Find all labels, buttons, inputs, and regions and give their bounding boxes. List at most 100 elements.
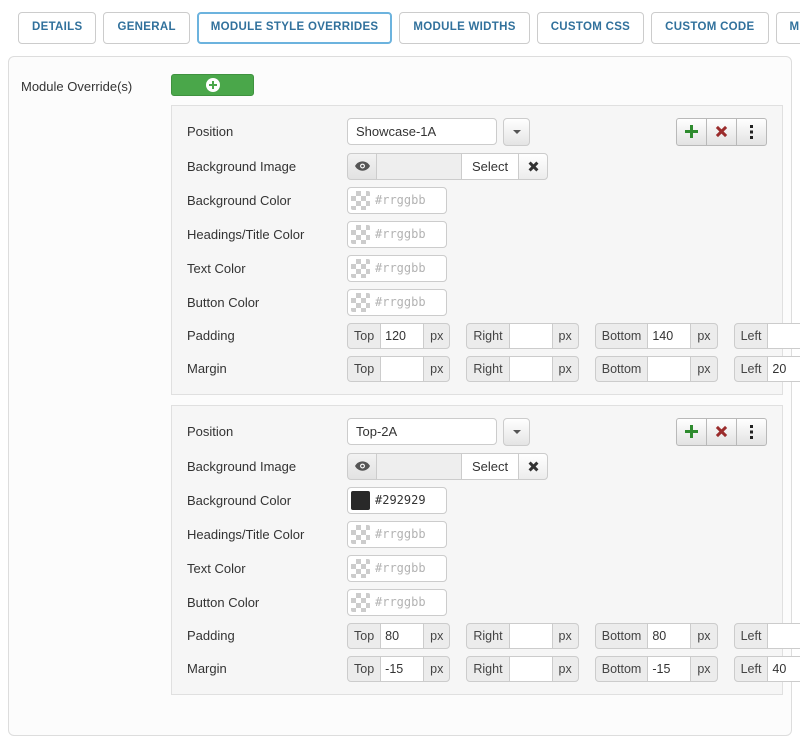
override-1-menu-button[interactable] <box>736 118 767 146</box>
px-addon: px <box>552 656 579 682</box>
padding-top-input[interactable] <box>381 323 423 349</box>
override-2-menu-button[interactable] <box>736 418 767 446</box>
override-1-add-button[interactable] <box>676 118 707 146</box>
button-color-field[interactable] <box>347 589 447 616</box>
margin-left-input[interactable] <box>768 656 800 682</box>
select-image-button[interactable]: Select <box>461 153 519 180</box>
background-color-field[interactable] <box>347 487 447 514</box>
x-icon <box>712 122 730 140</box>
text-color-input[interactable] <box>370 561 440 575</box>
margin-top-input[interactable] <box>381 356 423 382</box>
position-dropdown-toggle[interactable] <box>503 418 530 446</box>
module-overrides-controls: Position Background Image <box>171 74 783 705</box>
override-1-remove-button[interactable] <box>706 118 737 146</box>
clear-image-button[interactable] <box>518 453 548 480</box>
button-color-input[interactable] <box>370 295 440 309</box>
background-color-input[interactable] <box>370 493 440 507</box>
headings-color-field[interactable] <box>347 221 447 248</box>
padding-right-group: Right px <box>466 623 578 649</box>
padding-right-input[interactable] <box>510 623 552 649</box>
tab-details[interactable]: DETAILS <box>18 12 96 44</box>
background-color-input[interactable] <box>370 193 440 207</box>
tab-custom-code[interactable]: CUSTOM CODE <box>651 12 768 44</box>
background-color-label: Background Color <box>187 193 347 208</box>
background-image-field[interactable] <box>376 453 462 480</box>
bottom-addon: Bottom <box>595 623 649 649</box>
margin-left-input[interactable] <box>768 356 800 382</box>
button-color-label: Button Color <box>187 595 347 610</box>
text-color-label: Text Color <box>187 561 347 576</box>
color-swatch <box>351 225 370 244</box>
color-swatch <box>351 525 370 544</box>
preview-eye-button[interactable] <box>347 153 377 180</box>
margin-bottom-group: Bottom px <box>595 656 718 682</box>
padding-left-input[interactable] <box>768 323 800 349</box>
right-addon: Right <box>466 323 509 349</box>
top-addon: Top <box>347 623 381 649</box>
background-image-field[interactable] <box>376 153 462 180</box>
override-2-remove-button[interactable] <box>706 418 737 446</box>
text-color-input[interactable] <box>370 261 440 275</box>
background-image-group: Select <box>347 453 548 480</box>
margin-left-group: Left px <box>734 356 800 382</box>
preview-eye-button[interactable] <box>347 453 377 480</box>
override-1-actions <box>676 118 767 146</box>
headings-color-label: Headings/Title Color <box>187 227 347 242</box>
background-color-label: Background Color <box>187 493 347 508</box>
select-image-button[interactable]: Select <box>461 453 519 480</box>
padding-right-group: Right px <box>466 323 578 349</box>
padding-left-input[interactable] <box>768 623 800 649</box>
margin-bottom-input[interactable] <box>648 656 690 682</box>
left-addon: Left <box>734 623 769 649</box>
color-swatch <box>351 593 370 612</box>
position-input[interactable] <box>347 418 497 445</box>
px-addon: px <box>690 323 717 349</box>
position-dropdown-toggle[interactable] <box>503 118 530 146</box>
right-addon: Right <box>466 623 509 649</box>
margin-top-group: Top px <box>347 356 450 382</box>
button-color-field[interactable] <box>347 289 447 316</box>
color-swatch <box>351 191 370 210</box>
margin-right-input[interactable] <box>510 656 552 682</box>
clear-image-button[interactable] <box>518 153 548 180</box>
tab-custom-css[interactable]: CUSTOM CSS <box>537 12 644 44</box>
px-addon: px <box>552 623 579 649</box>
margin-bottom-input[interactable] <box>648 356 690 382</box>
text-color-field[interactable] <box>347 555 447 582</box>
text-color-field[interactable] <box>347 255 447 282</box>
eye-icon <box>355 161 370 171</box>
position-input[interactable] <box>347 118 497 145</box>
background-color-field[interactable] <box>347 187 447 214</box>
px-addon: px <box>423 656 450 682</box>
px-addon: px <box>423 356 450 382</box>
padding-bottom-input[interactable] <box>648 623 690 649</box>
padding-top-input[interactable] <box>381 623 423 649</box>
padding-label: Padding <box>187 628 347 643</box>
headings-color-input[interactable] <box>370 227 440 241</box>
top-addon: Top <box>347 323 381 349</box>
px-addon: px <box>423 623 450 649</box>
background-image-label: Background Image <box>187 459 347 474</box>
headings-color-label: Headings/Title Color <box>187 527 347 542</box>
color-swatch <box>351 259 370 278</box>
margin-top-input[interactable] <box>381 656 423 682</box>
clear-x-icon <box>525 158 541 174</box>
override-2-add-button[interactable] <box>676 418 707 446</box>
tab-menu-assignment[interactable]: MENU ASSIGNMENT <box>776 12 800 44</box>
add-override-button[interactable] <box>171 74 254 96</box>
px-addon: px <box>690 656 717 682</box>
padding-bottom-input[interactable] <box>648 323 690 349</box>
text-color-label: Text Color <box>187 261 347 276</box>
tab-bar: DETAILS GENERAL MODULE STYLE OVERRIDES M… <box>0 0 800 56</box>
button-color-input[interactable] <box>370 595 440 609</box>
headings-color-input[interactable] <box>370 527 440 541</box>
margin-right-input[interactable] <box>510 356 552 382</box>
tab-general[interactable]: GENERAL <box>103 12 189 44</box>
right-addon: Right <box>466 656 509 682</box>
tab-module-style-overrides[interactable]: MODULE STYLE OVERRIDES <box>197 12 393 44</box>
color-swatch <box>351 559 370 578</box>
padding-right-input[interactable] <box>510 323 552 349</box>
tab-module-widths[interactable]: MODULE WIDTHS <box>399 12 529 44</box>
background-image-group: Select <box>347 153 548 180</box>
headings-color-field[interactable] <box>347 521 447 548</box>
